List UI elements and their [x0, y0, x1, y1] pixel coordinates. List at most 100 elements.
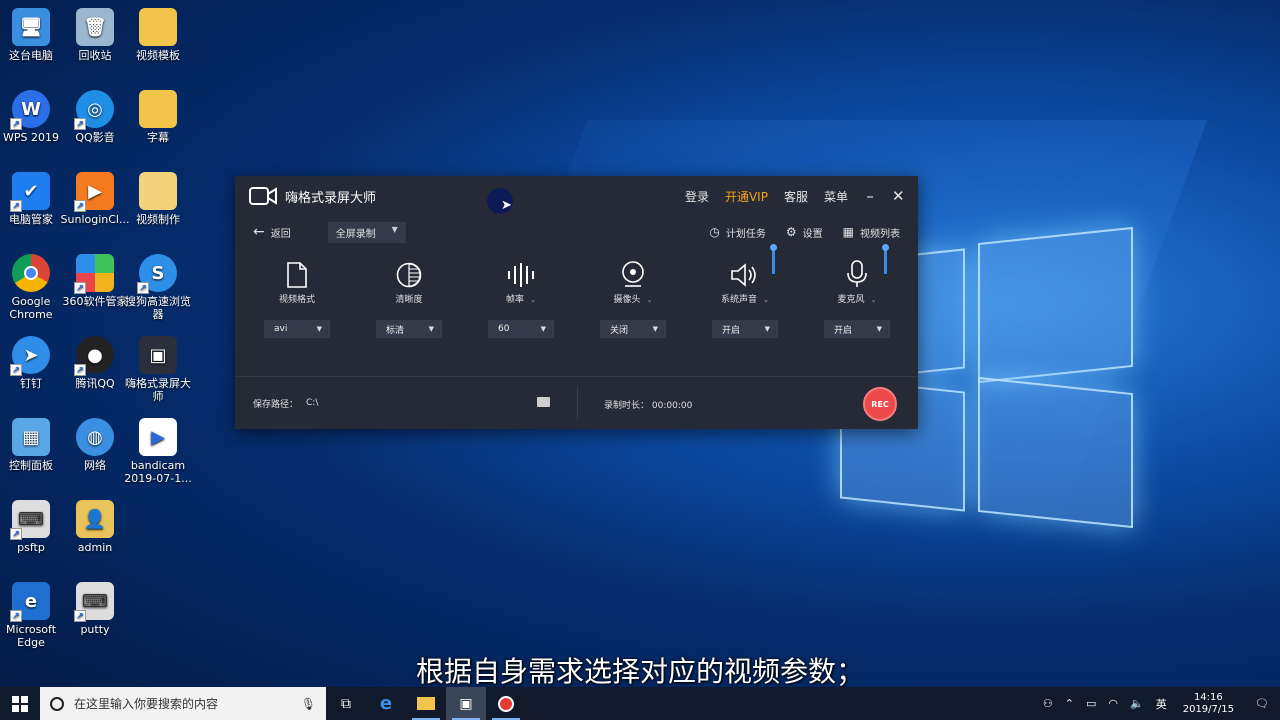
terminal-icon: ⌨ ↗ [10, 500, 50, 540]
control-microphone: 麦克风 ⌄ 开启 ▼ [801, 248, 913, 338]
chevron-down-icon[interactable]: ⌄ [871, 296, 877, 304]
desktop-icon-control-panel[interactable]: ▦ 控制面板 [0, 414, 67, 472]
system-sound-select[interactable]: 开启 ▼ [712, 320, 778, 338]
arrow-left-icon: ← [253, 224, 265, 240]
notification-button[interactable]: 🗨 [1244, 697, 1280, 710]
desktop-icon-label: 字幕 [147, 131, 169, 144]
vip-link[interactable]: 开通VIP [725, 188, 768, 205]
microphone-icon[interactable]: 🎙 [301, 697, 316, 711]
desktop-icon-tencent-qq[interactable]: ● ↗ 腾讯QQ [59, 332, 131, 390]
schedule-button[interactable]: ◷ 计划任务 [709, 225, 765, 240]
battery-icon[interactable]: ▭ [1086, 697, 1096, 710]
taskbar-search[interactable]: 在这里输入你要搜索的内容 🎙 [40, 687, 326, 720]
desktop-icon-admin[interactable]: 👤 admin [59, 496, 131, 554]
login-link[interactable]: 登录 [685, 188, 709, 205]
control-video-format: 视频格式 avi ▼ [241, 248, 353, 338]
desktop-icon-label: 这台电脑 [9, 49, 53, 62]
control-camera: 摄像头 ⌄ 关闭 ▼ [577, 248, 689, 338]
desktop-icon-wps[interactable]: W ↗ WPS 2019 [0, 86, 67, 144]
select-value: avi [274, 324, 288, 334]
wifi-icon[interactable]: ◠ [1108, 697, 1118, 710]
desktop-icon-360-software[interactable]: ↗ 360软件管家 [59, 250, 131, 308]
desktop-icon-pc-manager[interactable]: ✔ ↗ 电脑管家 [0, 168, 67, 226]
clock-time: 14:16 [1193, 691, 1223, 703]
desktop-icon-dingtalk[interactable]: ➤ ↗ 钉钉 [0, 332, 67, 390]
desktop-icon-label: 回收站 [78, 49, 112, 62]
chevron-down-icon[interactable]: ⌄ [763, 296, 769, 304]
folder-icon[interactable] [537, 397, 550, 407]
record-duration: 录制时长： 00:00:00 [604, 398, 692, 411]
ime-indicator[interactable]: 英 [1156, 696, 1167, 712]
close-button[interactable]: ✕ [892, 187, 905, 205]
video-list-button[interactable]: ▦ 视频列表 [843, 225, 900, 240]
desktop-icon-chrome[interactable]: Google Chrome [0, 250, 67, 321]
desktop-icon-recycle-bin[interactable]: 🗑 回收站 [59, 4, 131, 62]
task-view-button[interactable]: ⧉ [326, 687, 366, 720]
desktop-icon-video-production[interactable]: 视频制作 [122, 168, 194, 226]
start-button[interactable] [0, 687, 40, 720]
chrome-icon [12, 254, 50, 292]
select-value: 开启 [722, 325, 741, 336]
minimize-button[interactable]: – [864, 187, 876, 205]
desktop-icon-this-pc[interactable]: 🖥 这台电脑 [0, 4, 67, 62]
desktop-icon-psftp[interactable]: ⌨ ↗ psftp [0, 496, 67, 554]
waveform-icon [465, 248, 577, 292]
system-volume-slider[interactable] [770, 244, 777, 274]
desktop-icon-sogou-browser[interactable]: S ↗ 搜狗高速浏览器 [122, 250, 194, 321]
quality-select[interactable]: 标清 ▼ [376, 320, 442, 338]
taskbar-edge[interactable]: e [366, 687, 406, 720]
volume-icon[interactable]: 🔈 [1130, 697, 1144, 710]
select-value: 标清 [386, 325, 405, 336]
desktop-icon-sunlogin[interactable]: ▶ ↗ SunloginCl... [59, 168, 131, 226]
notification-icon: 🗨 [1255, 697, 1269, 710]
record-mode-select[interactable]: 全屏录制 ▼ [327, 221, 406, 243]
control-frame-rate: 帧率 ⌄ 60 ▼ [465, 248, 577, 338]
taskbar-file-explorer[interactable] [406, 687, 446, 720]
network-globe-icon: ◍ [76, 418, 114, 456]
frame-rate-select[interactable]: 60 ▼ [488, 320, 554, 338]
rec-button[interactable]: REC [863, 387, 897, 421]
desktop-icon-video-templates[interactable]: 视频模板 [122, 4, 194, 62]
grid-icon: ▦ [842, 225, 854, 239]
menu-link[interactable]: 菜单 [824, 188, 848, 205]
service-link[interactable]: 客服 [784, 188, 808, 205]
video-format-select[interactable]: avi ▼ [264, 320, 330, 338]
chevron-down-icon[interactable]: ⌄ [530, 296, 536, 304]
desktop-icon-label: 360软件管家 [62, 295, 128, 308]
chevron-down-icon[interactable]: ⌄ [647, 296, 653, 304]
control-quality: 清晰度 标清 ▼ [353, 248, 465, 338]
desktop-icon-qq-player[interactable]: ◎ ↗ QQ影音 [59, 86, 131, 144]
camera-select[interactable]: 关闭 ▼ [600, 320, 666, 338]
recycle-bin-icon: 🗑 [76, 8, 114, 46]
desktop-icon-subtitles[interactable]: 字幕 [122, 86, 194, 144]
chevron-up-icon[interactable]: ⌃ [1065, 697, 1074, 710]
search-placeholder: 在这里输入你要搜索的内容 [74, 697, 219, 711]
clock[interactable]: 14:16 2019/7/15 [1183, 692, 1234, 716]
folder-icon [139, 90, 177, 128]
desktop-icon-edge[interactable]: e ↗ Microsoft Edge [0, 578, 67, 649]
desktop-icon-label: 网络 [84, 459, 106, 472]
desktop-icon-label: bandicam 2019-07-1... [124, 459, 192, 485]
desktop-icon-network[interactable]: ◍ 网络 [59, 414, 131, 472]
desktop-icon-screen-recorder[interactable]: ▣ 嗨格式录屏大师 [122, 332, 194, 403]
microphone-volume-slider[interactable] [882, 244, 889, 274]
system-sound-label: 系统声音 [721, 295, 758, 305]
toolbar: ← 返回 全屏录制 ▼ ◷ 计划任务 ⚙ 设置 ▦ 视频列表 [235, 216, 918, 248]
caret-down-icon: ▼ [764, 325, 770, 333]
settings-button[interactable]: ⚙ 设置 [786, 225, 823, 240]
control-label: 摄像头 ⌄ [577, 292, 689, 306]
desktop-icon-putty[interactable]: ⌨ ↗ putty [59, 578, 131, 636]
caret-down-icon: ▼ [428, 325, 434, 333]
taskbar-screen-recorder[interactable]: ▣ [446, 687, 486, 720]
control-label: 帧率 ⌄ [465, 292, 577, 306]
back-button[interactable]: ← 返回 [253, 224, 291, 240]
clock-icon: ◷ [709, 225, 720, 239]
desktop-icon-label: SunloginCl... [60, 213, 130, 226]
taskbar: 在这里输入你要搜索的内容 🎙 ⧉ e ▣ ⚇ ⌃ ▭ ◠ 🔈 英 14:16 2… [0, 687, 1280, 720]
taskbar-recording[interactable] [486, 687, 526, 720]
microphone-select[interactable]: 开启 ▼ [824, 320, 890, 338]
desktop-icon-label: putty [80, 623, 110, 636]
people-icon[interactable]: ⚇ [1043, 697, 1053, 710]
desktop-icon-bandicam-file[interactable]: ▶ bandicam 2019-07-1... [122, 414, 194, 485]
control-panel-icon: ▦ [12, 418, 50, 456]
